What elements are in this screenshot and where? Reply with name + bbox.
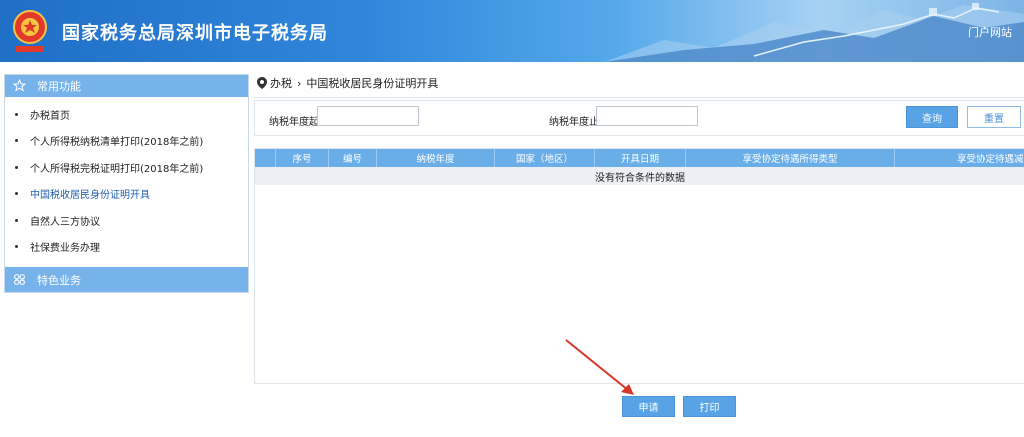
site-header: 国家税务总局深圳市电子税务局 门户网站 (0, 0, 1024, 62)
table-header: 序号 编号 纳税年度 国家（地区） 开具日期 享受协定待遇所得类型 享受协定待遇… (255, 149, 1024, 167)
site-title: 国家税务总局深圳市电子税务局 (62, 23, 328, 44)
bullet-icon (15, 112, 18, 116)
sidebar: 常用功能 办税首页 个人所得税纳税清单打印(2018年之前) 个人所得税完税证明… (4, 74, 249, 293)
sidebar-item-tax-home[interactable]: 办税首页 (5, 101, 248, 128)
sidebar-item-tax-list-print[interactable]: 个人所得税纳税清单打印(2018年之前) (5, 128, 248, 155)
column-header: 序号 (276, 149, 329, 167)
column-header: 开具日期 (595, 149, 686, 167)
sidebar-section-label: 特色业务 (37, 273, 81, 287)
chevron-right-icon: › (297, 76, 302, 90)
breadcrumb-root[interactable]: 办税 (270, 75, 292, 91)
bullet-icon (15, 165, 18, 169)
sidebar-item-label: 中国税收居民身份证明开具 (30, 190, 150, 202)
year-to-label: 纳税年度止: (549, 117, 603, 128)
location-pin-icon (257, 77, 267, 89)
select-column-header (255, 149, 276, 167)
sidebar-section-special[interactable]: 特色业务 (5, 267, 248, 292)
portal-link[interactable]: 门户网站 (968, 24, 1012, 40)
sidebar-item-tripartite-agreement[interactable]: 自然人三方协议 (5, 207, 248, 234)
sidebar-section-common[interactable]: 常用功能 (5, 75, 248, 97)
reset-button[interactable]: 重置 (967, 106, 1021, 128)
sidebar-item-label: 办税首页 (30, 110, 70, 122)
sidebar-item-label: 个人所得税纳税清单打印(2018年之前) (30, 137, 204, 149)
sidebar-item-residency-certificate[interactable]: 中国税收居民身份证明开具 (5, 181, 248, 208)
bullet-icon (15, 245, 18, 249)
breadcrumb: 办税 › 中国税收居民身份证明开具 (257, 74, 1024, 92)
sidebar-item-social-security[interactable]: 社保费业务办理 (5, 234, 248, 261)
year-to-input[interactable] (596, 106, 698, 126)
year-from-input[interactable] (317, 106, 419, 126)
column-header: 纳税年度 (377, 149, 495, 167)
column-header: 国家（地区） (495, 149, 595, 167)
breadcrumb-current: 中国税收居民身份证明开具 (306, 77, 439, 90)
sidebar-menu: 办税首页 个人所得税纳税清单打印(2018年之前) 个人所得税完税证明打印(20… (5, 97, 248, 270)
sidebar-item-label: 自然人三方协议 (30, 216, 100, 228)
great-wall-banner-image (604, 3, 1024, 62)
tax-emblem-icon (13, 10, 47, 52)
bullet-icon (15, 139, 18, 143)
print-button[interactable]: 打印 (683, 396, 736, 417)
annotation-arrow-icon (565, 339, 634, 395)
column-header: 享受协定待遇所得类型 (686, 149, 895, 167)
sidebar-item-tax-certificate-print[interactable]: 个人所得税完税证明打印(2018年之前) (5, 154, 248, 181)
bullet-icon (15, 192, 18, 196)
bullet-icon (15, 218, 18, 222)
breadcrumb-divider (254, 97, 1024, 98)
grid-icon (13, 273, 27, 287)
sidebar-item-label: 社保费业务办理 (30, 243, 100, 255)
filter-bar: 纳税年度起: 纳税年度止: 查询 重置 (254, 100, 1024, 136)
star-icon (13, 79, 27, 93)
column-header: 编号 (329, 149, 377, 167)
sidebar-item-label: 个人所得税完税证明打印(2018年之前) (30, 163, 204, 175)
sidebar-section-label: 常用功能 (37, 80, 81, 93)
query-button[interactable]: 查询 (906, 106, 958, 128)
column-header: 享受协定待遇减免 (957, 154, 1024, 165)
year-from-label: 纳税年度起: (269, 117, 323, 128)
empty-table-message: 没有符合条件的数据 (255, 167, 1024, 185)
